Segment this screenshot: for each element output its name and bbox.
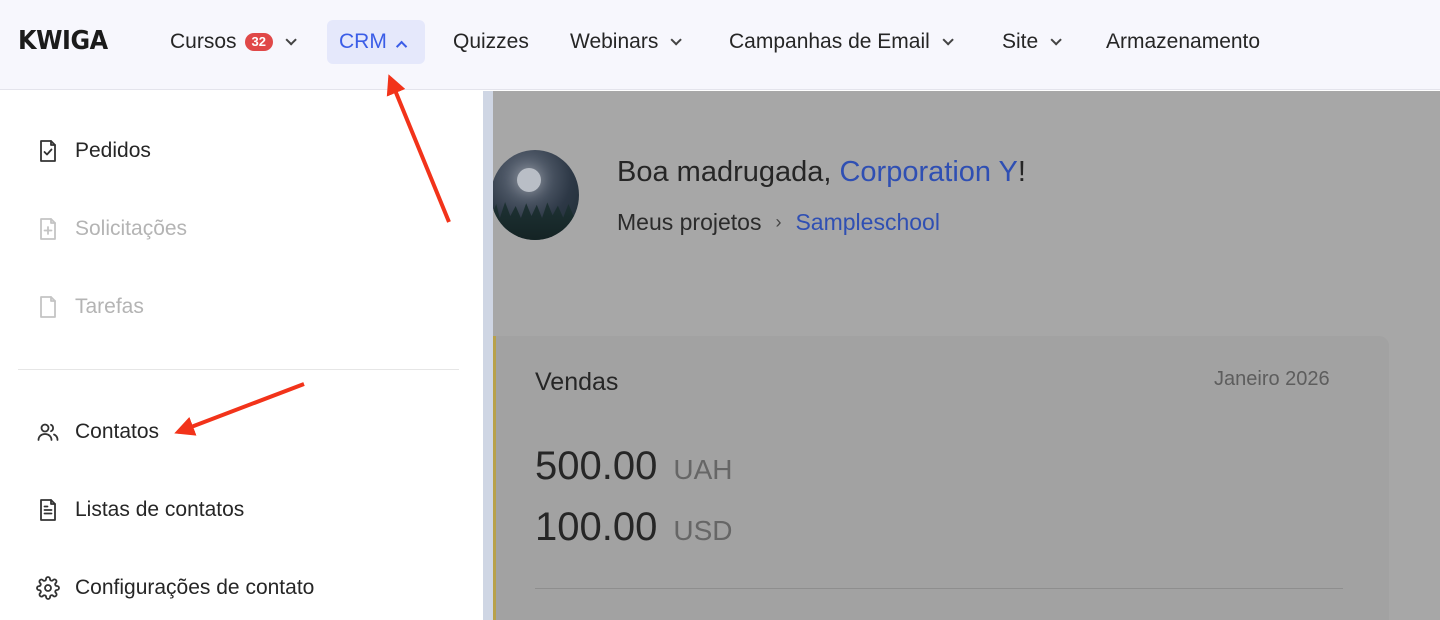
avatar-moon <box>517 168 541 192</box>
chevron-down-icon <box>1050 34 1062 46</box>
file-icon <box>40 296 56 318</box>
nav-email-campaigns[interactable]: Campanhas de Email <box>729 20 954 64</box>
chevron-down-icon <box>942 34 954 46</box>
avatar-trees <box>491 202 579 240</box>
sales-amount-currency: UAH <box>673 454 733 485</box>
gear-icon <box>36 576 60 600</box>
menu-item-label: Pedidos <box>75 139 151 162</box>
menu-item-tarefas: Tarefas <box>36 289 144 325</box>
nav-crm-label: CRM <box>339 30 387 53</box>
dropdown-scrollbar[interactable] <box>483 91 493 620</box>
nav-cursos[interactable]: Cursos 32 <box>170 20 297 64</box>
greeting-heading: Boa madrugada, Corporation Y! <box>617 156 1026 189</box>
file-plus-icon <box>40 218 56 240</box>
sales-amount-row: 100.00 USD <box>535 505 732 550</box>
breadcrumb-separator-icon: › <box>775 212 782 232</box>
nav-site[interactable]: Site <box>1002 20 1062 64</box>
menu-item-label: Listas de contatos <box>75 498 245 521</box>
sales-card-divider <box>535 588 1343 589</box>
nav-webinars[interactable]: Webinars <box>570 20 683 64</box>
breadcrumb-root[interactable]: Meus projetos <box>617 209 761 236</box>
user-name-link[interactable]: Corporation Y <box>839 156 1017 188</box>
sales-amount-currency: USD <box>673 515 733 546</box>
sales-card-title: Vendas <box>535 368 619 396</box>
order-check-icon <box>40 140 56 162</box>
sales-amount-value: 500.00 <box>535 444 658 488</box>
users-icon <box>37 423 59 441</box>
greeting-text: Boa madrugada, <box>617 156 840 188</box>
sales-amount-row: 500.00 UAH <box>535 444 732 489</box>
chevron-up-icon <box>395 40 408 53</box>
chevron-down-icon <box>285 34 297 46</box>
menu-item-label: Contatos <box>75 420 160 443</box>
menu-item-solicitacoes: Solicitações <box>36 211 187 247</box>
breadcrumb-current-project[interactable]: Sampleschool <box>795 209 939 236</box>
nav-webinars-label: Webinars <box>570 30 659 53</box>
nav-cursos-label: Cursos <box>170 30 237 53</box>
chevron-down-icon <box>670 34 683 46</box>
menu-item-contatos[interactable]: Contatos <box>36 414 159 450</box>
menu-item-pedidos[interactable]: Pedidos <box>36 133 151 169</box>
crm-dropdown-menu: Pedidos Solicitações Tarefas Contatos Li… <box>0 91 483 620</box>
nav-crm[interactable]: CRM <box>327 20 425 64</box>
cursos-count-badge: 32 <box>244 33 273 51</box>
sales-amount-value: 100.00 <box>535 505 658 549</box>
menu-item-listas-de-contatos[interactable]: Listas de contatos <box>36 492 244 528</box>
greeting-exclamation: ! <box>1017 156 1026 188</box>
sales-card-period: Janeiro 2026 <box>1214 368 1330 390</box>
nav-storage[interactable]: Armazenamento <box>1106 20 1260 64</box>
kwiga-logo[interactable]: KWIGA <box>18 26 108 56</box>
nav-quizzes-label: Quizzes <box>453 30 529 53</box>
menu-divider <box>18 369 459 370</box>
nav-storage-label: Armazenamento <box>1106 30 1261 53</box>
nav-site-label: Site <box>1002 30 1039 53</box>
nav-quizzes[interactable]: Quizzes <box>453 20 529 64</box>
file-text-icon <box>40 499 56 521</box>
menu-item-label: Configurações de contato <box>75 576 315 599</box>
menu-item-configuracoes-de-contato[interactable]: Configurações de contato <box>36 570 314 606</box>
menu-item-label: Solicitações <box>75 217 188 240</box>
breadcrumb: Meus projetos › Sampleschool <box>617 209 940 236</box>
top-navigation-bar: KWIGA Cursos 32 CRM Quizzes Webinars Cam… <box>0 0 1440 90</box>
profile-avatar[interactable] <box>491 150 579 240</box>
nav-email-label: Campanhas de Email <box>729 30 930 53</box>
menu-item-label: Tarefas <box>75 295 144 318</box>
